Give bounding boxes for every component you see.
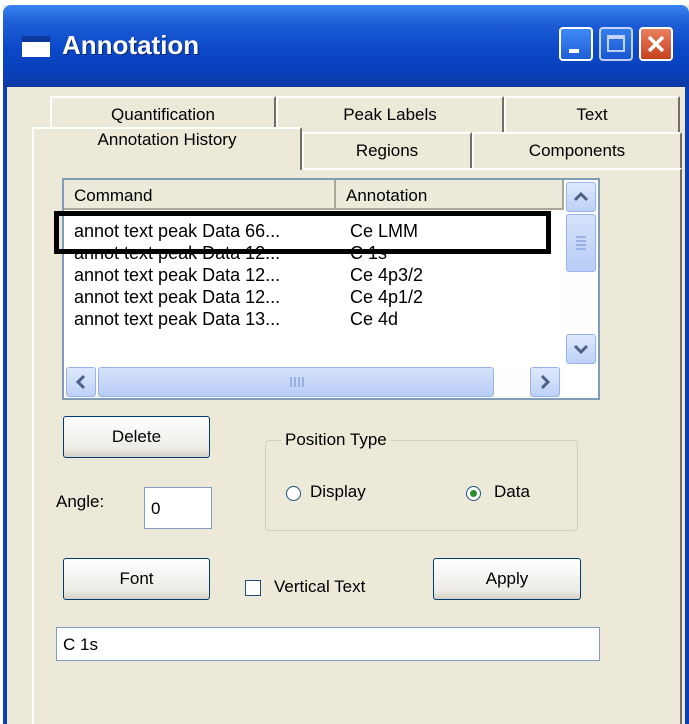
position-type-legend: Position Type (281, 430, 391, 450)
chevron-right-icon (540, 374, 551, 390)
tab-peak-labels[interactable]: Peak Labels (276, 96, 504, 132)
close-button[interactable] (639, 27, 673, 61)
radio-data-label: Data (494, 482, 530, 501)
tab-components[interactable]: Components (472, 132, 682, 168)
chevron-left-icon (75, 374, 86, 390)
scroll-down-button[interactable] (566, 334, 596, 364)
window-title: Annotation (62, 30, 200, 60)
radio-data-button[interactable] (466, 486, 481, 501)
maximize-icon (607, 35, 625, 52)
vertical-text-label: Vertical Text (274, 577, 366, 596)
maximize-button[interactable] (599, 27, 633, 61)
vertical-text-checkbox[interactable]: Vertical Text (244, 575, 404, 601)
radio-display-button[interactable] (286, 486, 301, 501)
chevron-down-icon (573, 344, 589, 355)
vertical-scrollbar[interactable] (564, 180, 598, 366)
tab-regions[interactable]: Regions (302, 132, 472, 168)
radio-display-label: Display (310, 482, 366, 501)
chevron-up-icon (573, 191, 589, 202)
radio-selected-dot (470, 490, 477, 497)
vertical-scroll-thumb[interactable] (566, 214, 596, 272)
scroll-up-button[interactable] (566, 182, 596, 212)
radio-display[interactable]: Display (282, 482, 402, 506)
title-bar[interactable]: Annotation (3, 5, 689, 87)
font-button[interactable]: Font (63, 558, 210, 600)
tab-text[interactable]: Text (504, 96, 680, 132)
horizontal-scrollbar[interactable] (64, 366, 564, 398)
window-frame-right (685, 87, 689, 724)
column-header-annotation[interactable]: Annotation (336, 180, 564, 210)
apply-button[interactable]: Apply (433, 558, 581, 600)
window-frame-left (3, 87, 7, 724)
minimize-button[interactable] (559, 27, 593, 61)
vertical-text-check-box[interactable] (245, 580, 261, 596)
angle-label: Angle: (56, 492, 105, 511)
highlight-box (54, 211, 551, 254)
column-header-command[interactable]: Command (64, 180, 336, 210)
annotation-text-input[interactable]: C 1s (56, 627, 600, 661)
tab-annotation-history[interactable]: Annotation History (32, 127, 302, 170)
delete-button[interactable]: Delete (63, 416, 210, 458)
minimize-icon (569, 49, 579, 53)
angle-input[interactable]: 0 (144, 487, 212, 529)
close-icon (647, 35, 665, 53)
scroll-right-button[interactable] (530, 367, 560, 397)
radio-data[interactable]: Data (462, 482, 562, 506)
scroll-left-button[interactable] (66, 367, 96, 397)
horizontal-scroll-thumb[interactable] (98, 367, 494, 397)
window-icon (22, 36, 50, 57)
